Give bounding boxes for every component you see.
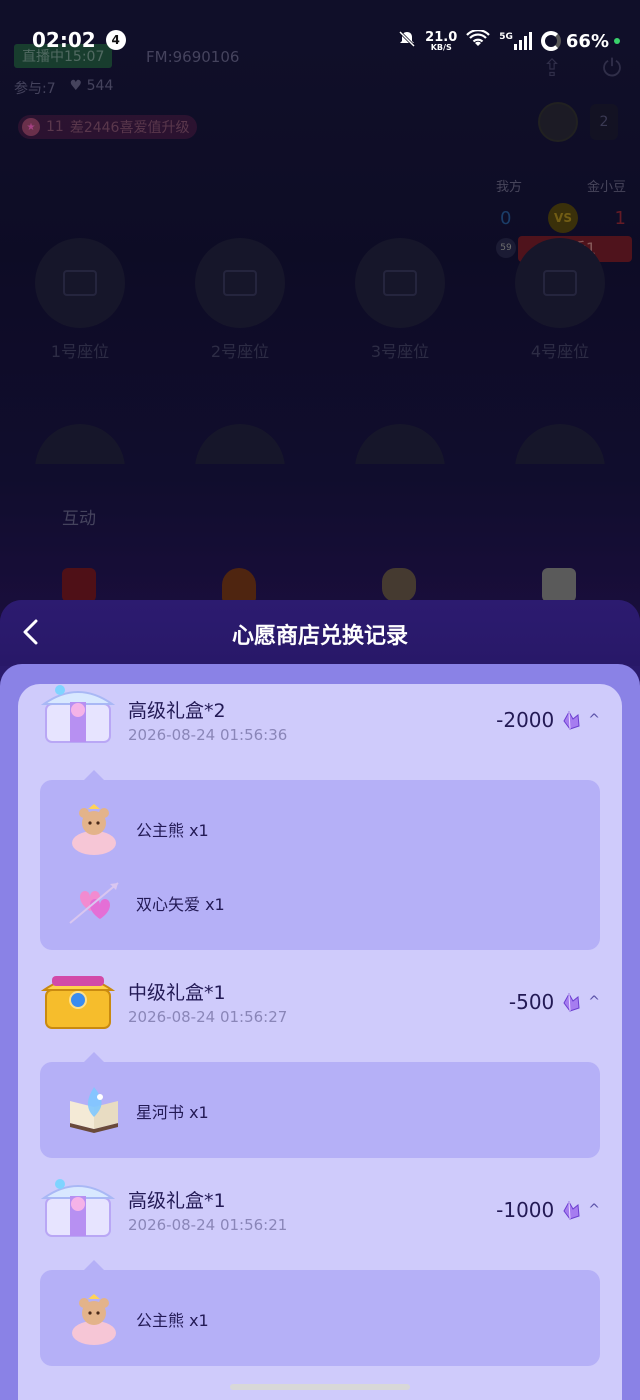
privacy-dot-icon bbox=[614, 38, 620, 44]
wifi-icon bbox=[466, 29, 491, 52]
record-details: 公主熊 x1 bbox=[40, 1260, 600, 1366]
status-bar: 02:02 4 21.0 KB/S 5G 66% bbox=[0, 0, 640, 80]
net-speed-unit: KB/S bbox=[430, 42, 452, 52]
detail-item-name: 星河书 x1 bbox=[136, 1103, 209, 1122]
purple-crystal-icon bbox=[563, 1200, 580, 1220]
home-gesture-bar[interactable] bbox=[230, 1384, 410, 1390]
record-title: 高级礼盒*2 bbox=[128, 700, 226, 722]
sheet-header: 心愿商店兑换记录 bbox=[0, 600, 640, 666]
chevron-up-icon[interactable]: ^ bbox=[588, 994, 600, 1010]
gold-gift-box-icon bbox=[40, 1392, 116, 1400]
princess-bear-icon bbox=[72, 1294, 116, 1345]
record-list[interactable]: 高级礼盒*2 2026-08-24 01:56:36 -2000 ^ 公主熊 x… bbox=[18, 684, 622, 1400]
gold-gift-box-icon bbox=[40, 976, 116, 1029]
purple-crystal-icon bbox=[563, 992, 580, 1012]
record-time: 2026-08-24 01:56:21 bbox=[128, 1216, 288, 1234]
purple-crystal-icon bbox=[563, 710, 580, 730]
record-header[interactable]: 高级礼盒*2 2026-08-24 01:56:36 -2000 ^ bbox=[18, 684, 622, 780]
battery-ring-icon bbox=[540, 31, 561, 51]
record-cost: -500 ^ bbox=[509, 990, 600, 1014]
detail-item-name: 公主熊 x1 bbox=[136, 1311, 209, 1330]
double-heart-arrow-icon bbox=[69, 882, 119, 924]
record-time: 2026-08-24 01:56:36 bbox=[128, 726, 288, 744]
record-cost: -2000 ^ bbox=[496, 708, 600, 732]
detail-item-name: 双心矢爱 x1 bbox=[136, 895, 225, 914]
record-item[interactable]: 高级礼盒*1 2026-08-24 01:56:21 -1000 ^ 公主熊 x… bbox=[18, 1174, 622, 1366]
record-item[interactable]: 高级礼盒*2 2026-08-24 01:56:36 -2000 ^ 公主熊 x… bbox=[18, 684, 622, 950]
status-time: 02:02 bbox=[32, 28, 96, 52]
silver-gift-box-icon bbox=[40, 1179, 116, 1237]
detail-item: 双心矢爱 x1 bbox=[40, 866, 600, 940]
live-room-background: 直播中15:07 FM:9690106 参与:7 ♥ 544 ★ 11 差244… bbox=[0, 0, 640, 640]
cost-value: -1000 bbox=[496, 1198, 555, 1222]
princess-bear-icon bbox=[72, 804, 116, 855]
detail-item: 公主熊 x1 bbox=[40, 792, 600, 866]
detail-item: 星河书 x1 bbox=[40, 1074, 600, 1148]
battery-percent: 66% bbox=[565, 30, 609, 52]
detail-item: 公主熊 x1 bbox=[40, 1282, 600, 1356]
record-details: 公主熊 x1 双心矢爱 x1 bbox=[40, 770, 600, 950]
battery-indicator: 66% bbox=[540, 30, 620, 52]
chevron-up-icon[interactable]: ^ bbox=[588, 712, 600, 728]
record-details: 星河书 x1 bbox=[40, 1052, 600, 1158]
detail-item-name: 公主熊 x1 bbox=[136, 821, 209, 840]
record-item[interactable]: 中级礼盒*1 2026-08-24 01:56:27 -500 ^ 星河书 x1 bbox=[18, 966, 622, 1158]
sheet-body-frame: 高级礼盒*2 2026-08-24 01:56:36 -2000 ^ 公主熊 x… bbox=[0, 664, 640, 1400]
sheet-title: 心愿商店兑换记录 bbox=[231, 624, 408, 649]
record-title: 中级礼盒*1 bbox=[128, 982, 226, 1004]
notification-count-badge: 4 bbox=[105, 30, 126, 50]
signal-icon: 5G bbox=[499, 32, 532, 50]
net-speed: 21.0 KB/S bbox=[425, 31, 457, 52]
cost-value: -500 bbox=[508, 990, 555, 1014]
galaxy-book-icon bbox=[70, 1087, 118, 1133]
silver-gift-box-icon bbox=[40, 685, 116, 743]
network-type: 5G bbox=[499, 32, 513, 42]
record-time: 2026-08-24 01:56:27 bbox=[128, 1008, 288, 1026]
record-header[interactable]: 高级礼盒*1 2026-08-24 01:56:21 -1000 ^ bbox=[18, 1174, 622, 1270]
record-cost: -1000 ^ bbox=[496, 1198, 600, 1222]
record-header[interactable]: 中级礼盒*1 2026-08-24 01:56:27 -500 ^ bbox=[18, 966, 622, 1062]
net-speed-value: 21.0 bbox=[425, 29, 458, 45]
record-title: 高级礼盒*1 bbox=[128, 1190, 226, 1212]
exchange-record-sheet: 心愿商店兑换记录 高级礼盒*2 2026-08-24 01:56:36 -200… bbox=[0, 600, 640, 1400]
chevron-up-icon[interactable]: ^ bbox=[588, 1202, 600, 1218]
mute-bell-icon bbox=[398, 30, 416, 52]
cost-value: -2000 bbox=[496, 708, 555, 732]
